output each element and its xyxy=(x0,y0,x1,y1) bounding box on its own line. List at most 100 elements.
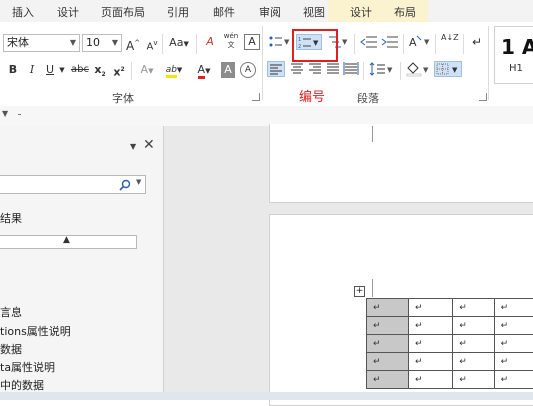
subscript-button[interactable]: x2 xyxy=(93,62,107,78)
chevron-down-icon[interactable]: ▼ xyxy=(58,62,66,78)
font-color-icon: A xyxy=(198,63,206,79)
italic-button[interactable]: I xyxy=(25,62,39,78)
font-name-combo[interactable]: 宋体 ▼ xyxy=(3,34,80,52)
table-cell[interactable]: ↵ xyxy=(494,299,533,317)
table-cell[interactable]: ↵ xyxy=(494,353,533,371)
table-cell[interactable]: ↵ xyxy=(408,317,452,335)
shrink-font-button[interactable]: Av xyxy=(145,35,159,51)
nav-heading-item[interactable]: 数据 xyxy=(0,341,22,357)
tab-mailings[interactable]: 邮件 xyxy=(213,4,235,20)
table-cell[interactable]: ↵ xyxy=(408,371,452,389)
char-shading-button[interactable]: A xyxy=(221,62,235,78)
annotation-label: 编号 xyxy=(299,86,325,105)
chinese-layout-button[interactable]: A ▼ xyxy=(408,34,432,50)
divider xyxy=(463,34,464,54)
tab-table-layout[interactable]: 布局 xyxy=(394,4,416,20)
bold-button[interactable]: B xyxy=(6,62,20,78)
table-cell[interactable]: ↵ xyxy=(408,335,452,353)
style-gallery-item[interactable]: 1 A H1 xyxy=(494,26,533,84)
table-cell[interactable]: ↵ xyxy=(453,335,494,353)
pane-options-icon[interactable]: ▼ xyxy=(130,142,136,151)
enclose-char-button[interactable]: A xyxy=(244,34,260,50)
table-cell[interactable]: ↵ xyxy=(408,299,452,317)
close-icon[interactable]: ✕ xyxy=(143,137,155,153)
align-left-icon xyxy=(268,62,284,76)
table-cell[interactable]: ↵ xyxy=(453,371,494,389)
table-cell[interactable]: ↵ xyxy=(494,335,533,353)
align-center-button[interactable] xyxy=(288,61,306,77)
table-move-handle-icon[interactable]: + xyxy=(354,286,365,297)
change-case-button[interactable]: Aa▼ xyxy=(167,35,191,51)
grow-font-button[interactable]: A^ xyxy=(126,35,140,51)
table-cell[interactable]: ↵ xyxy=(367,353,409,371)
decrease-indent-button[interactable] xyxy=(360,34,378,50)
svg-text:▼: ▼ xyxy=(342,38,348,46)
divider xyxy=(354,34,355,54)
font-color-button[interactable]: A▼ xyxy=(193,62,215,78)
font-name-value: 宋体 xyxy=(7,36,29,49)
borders-icon: ▼ xyxy=(435,62,461,76)
document-table[interactable]: ↵↵↵↵↵↵↵↵↵↵↵↵↵↵↵↵↵↵↵↵ xyxy=(366,298,533,389)
table-cell[interactable]: ↵ xyxy=(494,317,533,335)
tab-page-layout[interactable]: 页面布局 xyxy=(101,4,145,20)
table-cell[interactable]: ↵ xyxy=(367,335,409,353)
justify-button[interactable] xyxy=(324,61,342,77)
table-row: ↵↵↵↵ xyxy=(367,353,533,371)
tab-view[interactable]: 视图 xyxy=(303,4,325,20)
borders-button[interactable]: ▼ xyxy=(434,61,462,77)
svg-text:▼: ▼ xyxy=(424,38,430,46)
align-right-button[interactable] xyxy=(306,61,324,77)
chevron-down-icon: ▼ xyxy=(112,35,118,51)
nav-scroll-button[interactable]: ▲ xyxy=(0,235,137,249)
chevron-down-icon[interactable]: ▼ xyxy=(136,178,141,186)
nav-search-input[interactable]: ▼ xyxy=(0,175,146,194)
nav-tab-results[interactable]: 结果 xyxy=(0,210,22,226)
tab-table-design[interactable]: 设计 xyxy=(350,4,372,20)
table-cell[interactable]: ↵ xyxy=(367,317,409,335)
enclose-char-circle-button[interactable]: A xyxy=(240,62,256,78)
svg-text:▼: ▼ xyxy=(387,66,393,74)
strikethrough-button[interactable]: abc xyxy=(70,62,90,78)
increase-indent-button[interactable] xyxy=(381,34,399,50)
sort-button[interactable]: A↓Z xyxy=(441,34,457,52)
justify-icon xyxy=(325,61,341,75)
clear-format-button[interactable]: A xyxy=(202,34,218,50)
table-cell[interactable]: ↵ xyxy=(367,299,409,317)
font-dialog-launcher-icon[interactable] xyxy=(252,93,260,101)
bullets-button[interactable]: ▼ xyxy=(268,34,290,50)
bullet-list-icon: ▼ xyxy=(268,34,290,50)
highlight-button[interactable]: ab▼ xyxy=(162,62,186,78)
nav-heading-item[interactable]: 言息 xyxy=(0,304,22,320)
tab-review[interactable]: 审阅 xyxy=(259,4,281,20)
shading-button[interactable]: ▼ xyxy=(405,61,431,77)
tab-insert[interactable]: 插入 xyxy=(12,4,34,20)
nav-heading-item[interactable]: 中的数据 xyxy=(0,377,44,393)
tab-design[interactable]: 设计 xyxy=(57,4,79,20)
table-cell[interactable]: ↵ xyxy=(453,317,494,335)
nav-heading-item[interactable]: ta属性说明 xyxy=(0,359,55,375)
paragraph-dialog-launcher-icon[interactable] xyxy=(479,93,487,101)
superscript-button[interactable]: x2 xyxy=(112,62,126,78)
table-cell[interactable]: ↵ xyxy=(408,353,452,371)
chevron-down-icon[interactable]: ▼ xyxy=(2,109,8,118)
align-left-button[interactable] xyxy=(267,61,285,77)
svg-text:▼: ▼ xyxy=(284,38,290,46)
divider xyxy=(488,26,489,100)
font-size-combo[interactable]: 10 ▼ xyxy=(82,34,122,52)
annotation-highlight-box xyxy=(292,29,338,62)
table-cell[interactable]: ↵ xyxy=(494,371,533,389)
nav-heading-item[interactable]: tions属性说明 xyxy=(0,323,71,339)
table-cell[interactable]: ↵ xyxy=(367,371,409,389)
tab-references[interactable]: 引用 xyxy=(167,4,189,20)
show-marks-button[interactable]: ↵ xyxy=(471,34,483,50)
text-effect-button[interactable]: A▼ xyxy=(136,62,158,78)
phonetic-guide-button[interactable]: wén文 xyxy=(222,32,240,52)
decrease-indent-icon xyxy=(360,34,378,50)
distributed-button[interactable] xyxy=(343,61,359,77)
style-preview: 1 A xyxy=(501,35,533,59)
line-spacing-button[interactable]: ▼ xyxy=(369,61,395,77)
underline-button[interactable]: U xyxy=(43,62,57,78)
font-size-value: 10 xyxy=(86,36,100,49)
table-cell[interactable]: ↵ xyxy=(453,353,494,371)
table-cell[interactable]: ↵ xyxy=(453,299,494,317)
